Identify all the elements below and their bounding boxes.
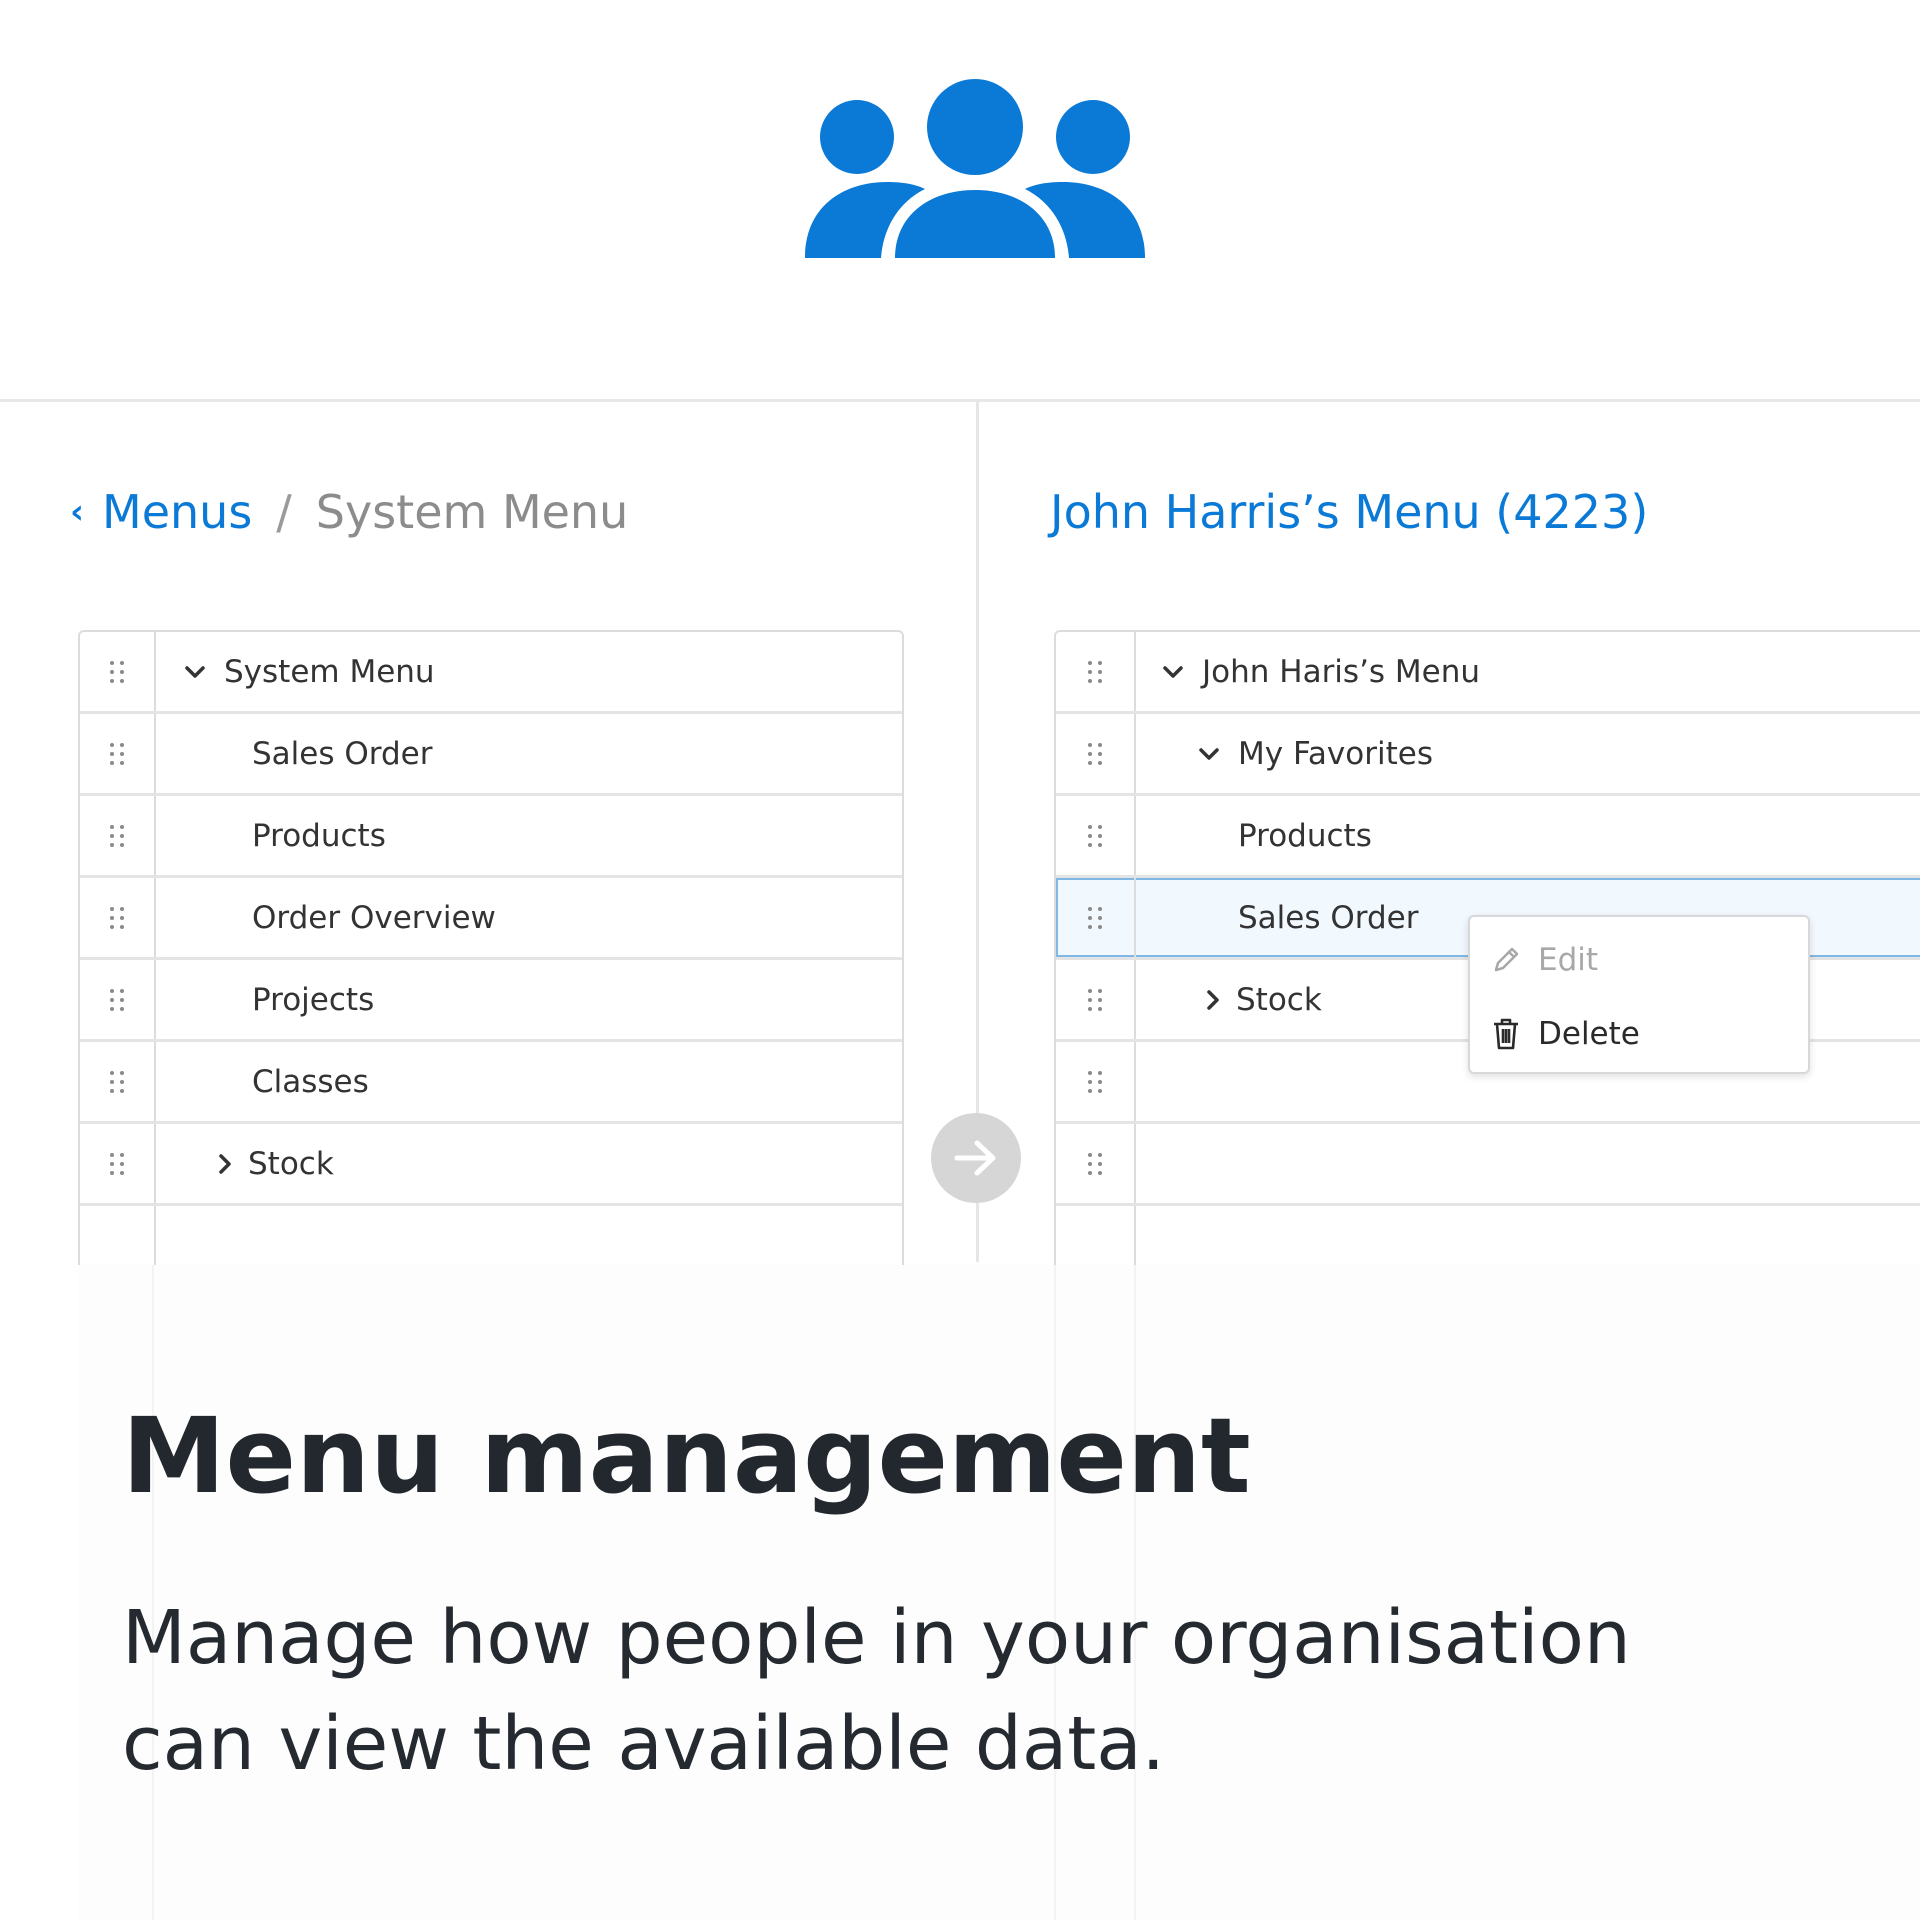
tree-item-label: Order Overview — [252, 899, 496, 936]
drag-handle-icon[interactable] — [1056, 1124, 1136, 1203]
drag-handle-icon[interactable] — [80, 632, 156, 711]
chevron-right-icon[interactable] — [218, 1153, 234, 1175]
drag-handle-icon[interactable] — [80, 960, 156, 1039]
tree-item-label: Products — [1238, 817, 1372, 854]
tree-row[interactable]: John Haris’s Menu — [1056, 632, 1920, 714]
tree-row[interactable]: System Menu — [80, 632, 902, 714]
menu-item-edit[interactable]: Edit — [1488, 935, 1598, 985]
drag-handle-icon[interactable] — [1056, 1042, 1136, 1121]
tree-item-label: Classes — [252, 1063, 369, 1100]
transfer-button[interactable] — [931, 1113, 1021, 1203]
tree-item-label: Sales Order — [252, 735, 433, 772]
feature-headline: Menu management — [122, 1395, 1251, 1517]
handle-cell-empty — [80, 1206, 156, 1274]
tree-item-label: Stock — [1236, 981, 1322, 1018]
tree-row[interactable]: Order Overview — [80, 878, 902, 960]
tree-item-label: Stock — [248, 1145, 334, 1182]
tree-row[interactable]: Classes — [80, 1042, 902, 1124]
feature-description: Manage how people in your organisation c… — [122, 1595, 1631, 1787]
drag-handle-icon[interactable] — [80, 796, 156, 875]
tree-item-label: Sales Order — [1238, 899, 1419, 936]
drag-handle-icon[interactable] — [80, 1042, 156, 1121]
drag-handle-icon[interactable] — [1056, 796, 1136, 875]
breadcrumb-menus-link[interactable]: Menus — [102, 485, 252, 539]
handle-cell-empty — [1056, 1206, 1136, 1274]
tree-item-label: Projects — [252, 981, 375, 1018]
drag-handle-icon[interactable] — [1056, 632, 1136, 711]
tree-row-empty[interactable] — [1056, 1124, 1920, 1206]
users-group-icon — [805, 79, 1145, 258]
drag-handle-icon[interactable] — [80, 1124, 156, 1203]
pencil-icon — [1488, 942, 1524, 978]
arrow-right-icon — [954, 1140, 996, 1176]
tree-item-label: My Favorites — [1238, 735, 1433, 772]
chevron-right-icon[interactable] — [1206, 989, 1222, 1011]
breadcrumb-separator: / — [276, 485, 292, 539]
menu-item-delete[interactable]: Delete — [1488, 1009, 1640, 1059]
tree-row[interactable]: Products — [80, 796, 902, 878]
tree-item-label: Products — [252, 817, 386, 854]
chevron-down-icon[interactable] — [1198, 747, 1224, 761]
drag-handle-icon[interactable] — [80, 714, 156, 793]
tree-item-label: John Haris’s Menu — [1202, 653, 1481, 690]
page: ‹ Menus / System Menu John Harris’s Menu… — [0, 0, 1920, 1920]
row-context-menu: Edit Delete — [1468, 915, 1810, 1074]
tree-row[interactable]: Products — [1056, 796, 1920, 878]
drag-handle-icon[interactable] — [1056, 960, 1136, 1039]
menu-item-label: Delete — [1538, 1016, 1640, 1052]
breadcrumb-current: System Menu — [315, 485, 629, 539]
chevron-down-icon[interactable] — [184, 665, 210, 679]
trash-icon — [1488, 1016, 1524, 1052]
drag-handle-icon[interactable] — [1056, 714, 1136, 793]
chevron-left-icon[interactable]: ‹ — [70, 492, 84, 532]
tree-row-empty — [80, 1206, 902, 1274]
menu-item-label: Edit — [1538, 942, 1599, 978]
tree-row[interactable]: Sales Order — [80, 714, 902, 796]
user-menu-title: John Harris’s Menu (4223) — [1050, 485, 1649, 539]
breadcrumb: ‹ Menus / System Menu — [70, 480, 628, 544]
tree-row-empty — [1056, 1206, 1920, 1274]
header-divider — [0, 399, 1920, 402]
drag-handle-icon[interactable] — [1056, 878, 1136, 957]
tree-item-label: System Menu — [224, 653, 435, 690]
chevron-down-icon[interactable] — [1162, 665, 1188, 679]
tree-row[interactable]: Stock — [80, 1124, 902, 1206]
drag-handle-icon[interactable] — [80, 878, 156, 957]
tree-row[interactable]: My Favorites — [1056, 714, 1920, 796]
tree-row[interactable]: Projects — [80, 960, 902, 1042]
system-menu-tree: System Menu Sales Order Products Order O… — [78, 630, 904, 1274]
